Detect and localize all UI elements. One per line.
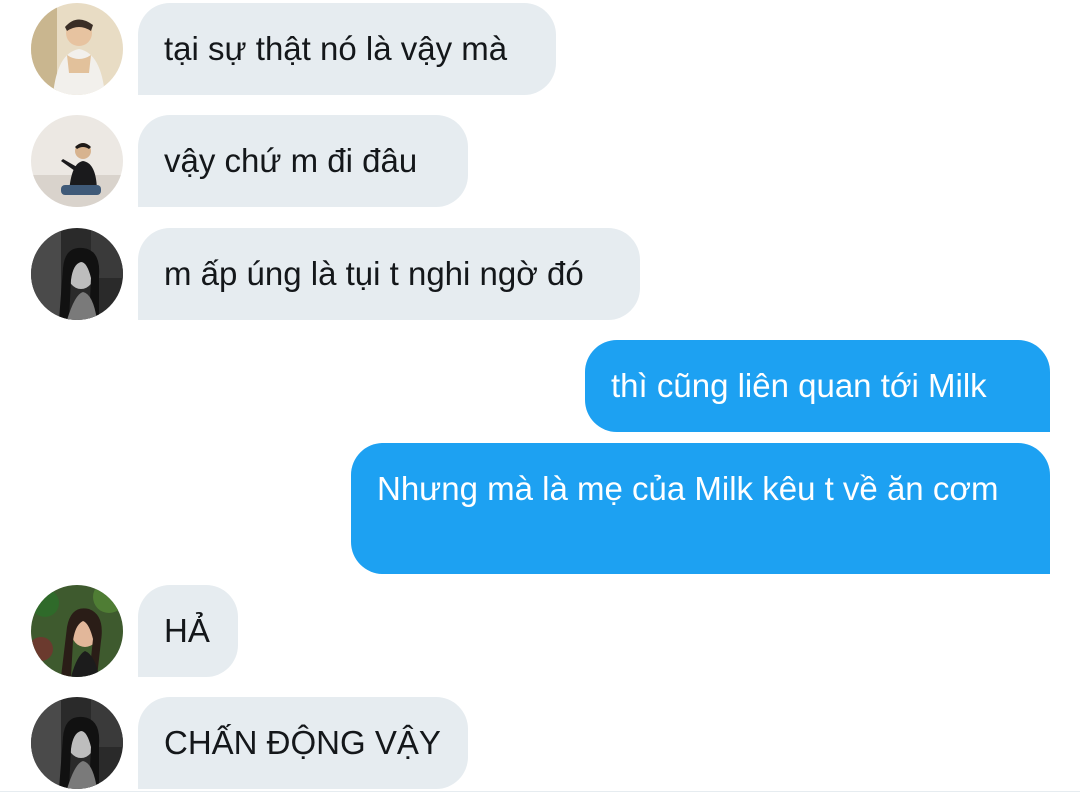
message-bubble-incoming[interactable]: CHẤN ĐỘNG VẬY: [138, 697, 468, 789]
avatar-man-white-tank-icon[interactable]: [31, 3, 123, 95]
message-text: thì cũng liên quan tới Milk: [611, 367, 987, 404]
divider: [0, 791, 1080, 792]
message-text: CHẤN ĐỘNG VẬY: [164, 724, 441, 761]
message-bubble-incoming[interactable]: tại sự thật nó là vậy mà: [138, 3, 556, 95]
message-bubble-incoming[interactable]: m ấp úng là tụi t nghi ngờ đó: [138, 228, 640, 320]
avatar-woman-plants-icon[interactable]: [31, 585, 123, 677]
message-text: HẢ: [164, 612, 210, 649]
message-bubble-incoming[interactable]: vậy chứ m đi đâu: [138, 115, 468, 207]
message-text: tại sự thật nó là vậy mà: [164, 30, 508, 67]
avatar-woman-bw-icon[interactable]: [31, 228, 123, 320]
message-bubble-outgoing[interactable]: thì cũng liên quan tới Milk: [585, 340, 1050, 432]
message-bubble-outgoing[interactable]: Nhưng mà là mẹ của Milk kêu t về ăn cơm: [351, 443, 1050, 574]
message-text: Nhưng mà là mẹ của Milk kêu t về ăn cơm: [377, 470, 999, 507]
message-text: vậy chứ m đi đâu: [164, 142, 418, 179]
message-text: m ấp úng là tụi t nghi ngờ đó: [164, 255, 584, 292]
avatar-man-sitting-icon[interactable]: [31, 115, 123, 207]
message-bubble-incoming[interactable]: HẢ: [138, 585, 238, 677]
avatar-woman-bw-icon[interactable]: [31, 697, 123, 789]
